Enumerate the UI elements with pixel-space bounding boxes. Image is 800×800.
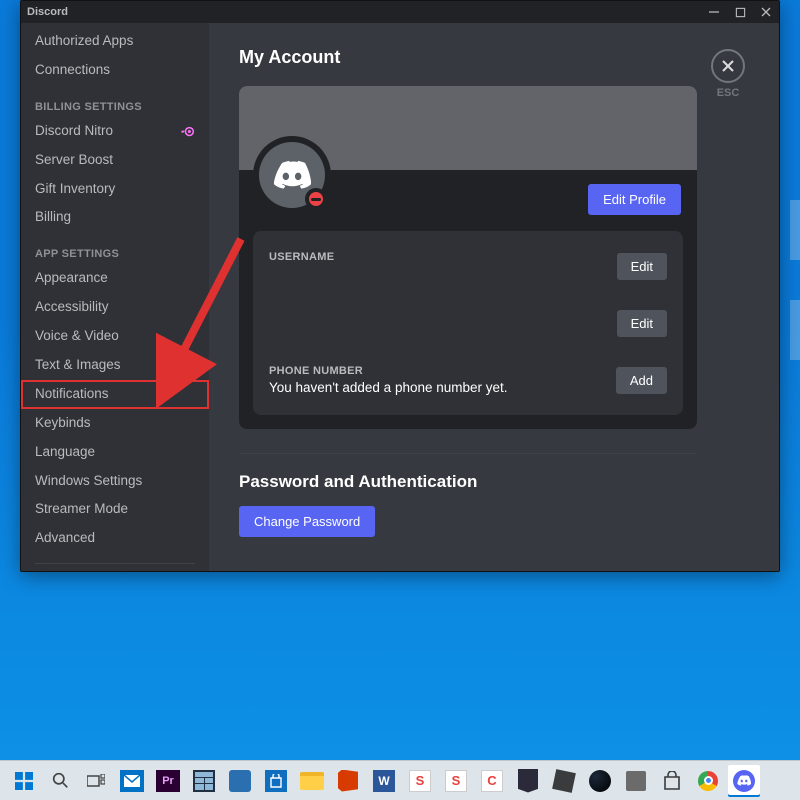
discord-window: Discord Authorized Apps Connections BILL… — [20, 0, 780, 572]
phone-label: PHONE NUMBER — [269, 365, 508, 377]
sidebar-item-discord-nitro[interactable]: Discord Nitro — [21, 117, 209, 146]
password-section-title: Password and Authentication — [239, 472, 741, 492]
taskbar-camtasia[interactable]: C — [476, 765, 508, 797]
taskbar-paint[interactable] — [224, 765, 256, 797]
edit-username-button[interactable]: Edit — [617, 253, 667, 280]
taskbar-store[interactable] — [260, 765, 292, 797]
taskbar-steam[interactable] — [584, 765, 616, 797]
sidebar-item-appearance[interactable]: Appearance — [21, 264, 209, 293]
sidebar-item-server-boost[interactable]: Server Boost — [21, 146, 209, 175]
sidebar-item-advanced[interactable]: Advanced — [21, 524, 209, 553]
taskbar-snagit[interactable]: S — [404, 765, 436, 797]
sidebar-item-label: Notifications — [35, 385, 109, 404]
change-password-button[interactable]: Change Password — [239, 506, 375, 537]
close-button[interactable] — [759, 5, 773, 19]
esc-label: ESC — [717, 87, 740, 99]
phone-text: You haven't added a phone number yet. — [269, 380, 508, 395]
username-label: USERNAME — [269, 251, 334, 263]
sidebar-item-accessibility[interactable]: Accessibility — [21, 293, 209, 322]
taskbar-word[interactable]: W — [368, 765, 400, 797]
sidebar-item-gift-inventory[interactable]: Gift Inventory — [21, 175, 209, 204]
close-icon — [711, 49, 745, 83]
phone-row: PHONE NUMBER You haven't added a phone n… — [269, 359, 667, 401]
sidebar-item-label: Text & Images — [35, 356, 121, 375]
settings-content: ESC My Account Edit Profile — [209, 23, 779, 571]
sidebar-item-label: Keybinds — [35, 414, 91, 433]
sidebar-item-label: Streamer Mode — [35, 500, 128, 519]
avatar[interactable] — [253, 136, 331, 214]
add-phone-button[interactable]: Add — [616, 367, 667, 394]
sidebar-header-billing: BILLING SETTINGS — [21, 85, 209, 117]
discord-logo-icon — [273, 160, 311, 190]
sidebar-item-label: Windows Settings — [35, 472, 142, 491]
search-button[interactable] — [44, 765, 76, 797]
email-row: Edit — [269, 302, 667, 343]
window-controls — [707, 5, 773, 19]
account-fields: USERNAME Edit Edit PHONE NUMBER You have… — [253, 231, 683, 415]
taskbar-chrome[interactable] — [692, 765, 724, 797]
dnd-status-icon — [305, 188, 327, 210]
taskbar-snagit-editor[interactable]: S — [440, 765, 472, 797]
task-view-button[interactable] — [80, 765, 112, 797]
settings-sidebar: Authorized Apps Connections BILLING SETT… — [21, 23, 209, 571]
close-settings-button[interactable]: ESC — [711, 49, 745, 99]
sidebar-item-streamer-mode[interactable]: Streamer Mode — [21, 495, 209, 524]
sidebar-item-label: Authorized Apps — [35, 32, 133, 51]
sidebar-item-label: Gift Inventory — [35, 180, 115, 199]
taskbar-calculator[interactable] — [188, 765, 220, 797]
card-header: Edit Profile — [239, 170, 697, 231]
sidebar-item-label: Connections — [35, 61, 110, 80]
sidebar-item-language[interactable]: Language — [21, 438, 209, 467]
username-row: USERNAME Edit — [269, 245, 667, 286]
sidebar-item-label: Accessibility — [35, 298, 109, 317]
taskbar-explorer[interactable] — [296, 765, 328, 797]
sidebar-item-voice-video[interactable]: Voice & Video — [21, 322, 209, 351]
taskbar-discord[interactable] — [728, 765, 760, 797]
edit-email-button[interactable]: Edit — [617, 310, 667, 337]
account-card: Edit Profile USERNAME Edit Edit — [239, 86, 697, 429]
sidebar-item-label: Discord Nitro — [35, 122, 113, 141]
sidebar-item-authorized-apps[interactable]: Authorized Apps — [21, 27, 209, 56]
sidebar-item-label: Server Boost — [35, 151, 113, 170]
page-title: My Account — [239, 47, 741, 68]
taskbar-shopping[interactable] — [656, 765, 688, 797]
sidebar-item-text-images[interactable]: Text & Images — [21, 351, 209, 380]
sidebar-item-windows-settings[interactable]: Windows Settings — [21, 467, 209, 496]
sidebar-header-app: APP SETTINGS — [21, 232, 209, 264]
titlebar: Discord — [21, 1, 779, 23]
taskbar-mail[interactable] — [116, 765, 148, 797]
taskbar-tool[interactable] — [620, 765, 652, 797]
window-title: Discord — [27, 6, 68, 18]
nitro-icon — [179, 123, 195, 139]
sidebar-item-label: Voice & Video — [35, 327, 119, 346]
sidebar-item-billing[interactable]: Billing — [21, 203, 209, 232]
sidebar-item-notifications[interactable]: Notifications — [21, 380, 209, 409]
minimize-button[interactable] — [707, 5, 721, 19]
sidebar-item-connections[interactable]: Connections — [21, 56, 209, 85]
start-button[interactable] — [8, 765, 40, 797]
sidebar-item-label: Billing — [35, 208, 71, 227]
sidebar-item-keybinds[interactable]: Keybinds — [21, 409, 209, 438]
sidebar-separator — [35, 563, 195, 564]
section-divider — [239, 453, 697, 454]
windows-taskbar: Pr W S S C — [0, 760, 800, 800]
desktop-edge-decor — [790, 200, 800, 460]
sidebar-item-label: Advanced — [35, 529, 95, 548]
maximize-button[interactable] — [733, 5, 747, 19]
taskbar-premiere[interactable]: Pr — [152, 765, 184, 797]
taskbar-epic[interactable] — [512, 765, 544, 797]
taskbar-office[interactable] — [332, 765, 364, 797]
edit-profile-button[interactable]: Edit Profile — [588, 184, 681, 215]
sidebar-item-label: Appearance — [35, 269, 108, 288]
sidebar-item-label: Language — [35, 443, 95, 462]
taskbar-roblox[interactable] — [548, 765, 580, 797]
